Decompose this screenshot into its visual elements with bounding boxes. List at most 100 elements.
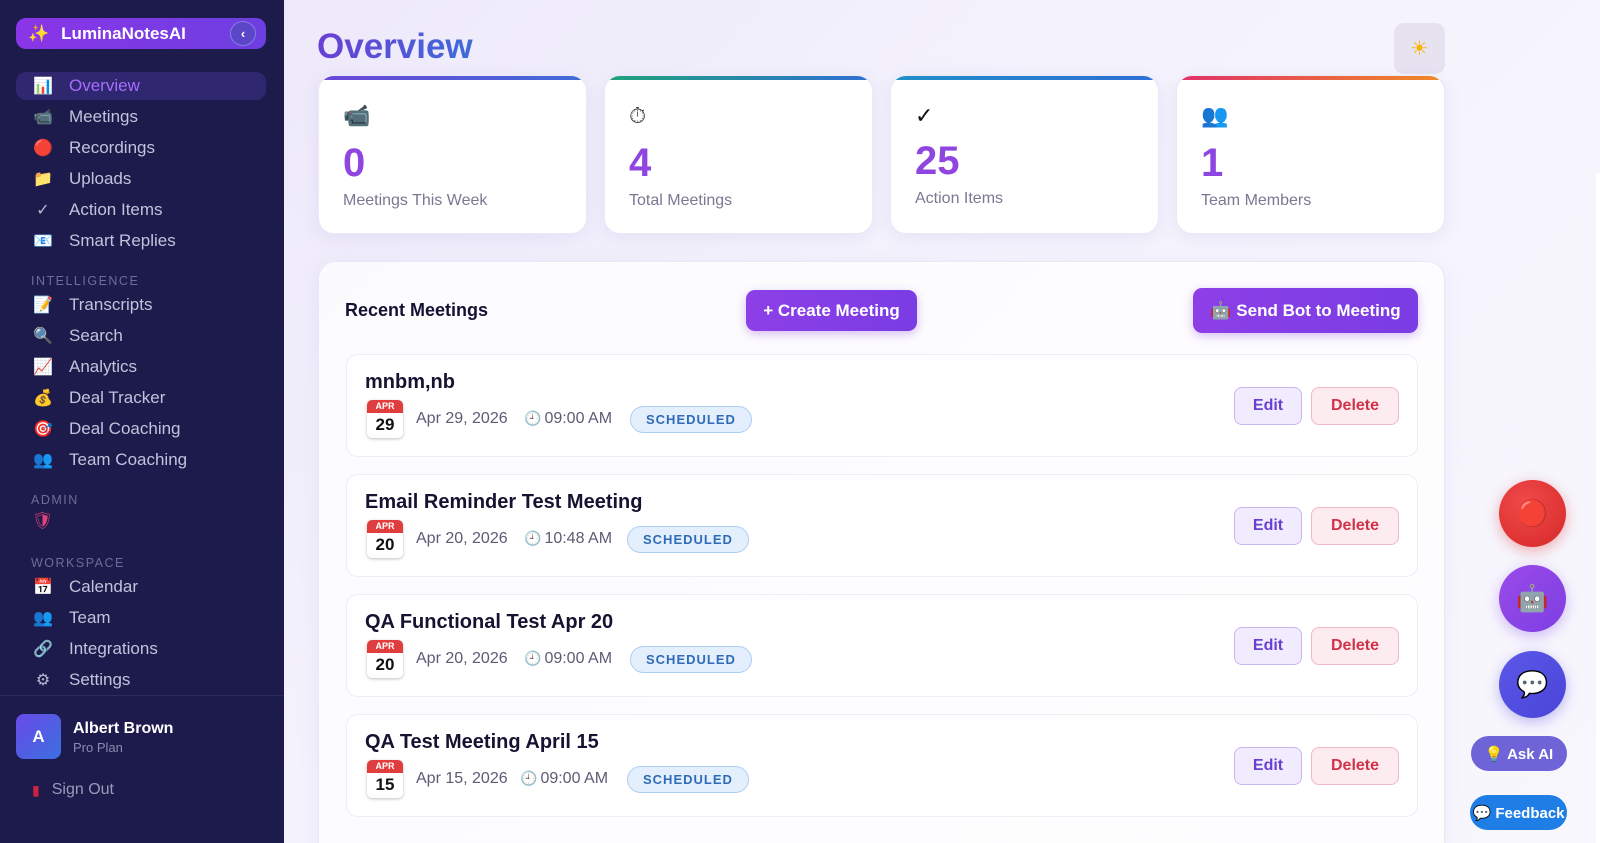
sidebar-item-team[interactable]: 👥 Team	[16, 604, 266, 632]
people-icon: 👥	[1201, 103, 1229, 128]
sidebar-item-label: Meetings	[69, 107, 138, 126]
meeting-date: Apr 20, 2026	[416, 530, 508, 547]
trending-chart-icon: 📈	[33, 359, 53, 376]
sidebar-item-calendar[interactable]: 📅 Calendar	[16, 573, 266, 601]
sidebar-item-action-items[interactable]: ✓ Action Items	[16, 196, 266, 224]
avatar[interactable]: A	[16, 714, 61, 759]
calendar-date-icon: APR 20	[367, 520, 403, 558]
delete-button[interactable]: Delete	[1311, 747, 1399, 785]
sun-icon: ☀	[1410, 38, 1429, 60]
send-bot-button[interactable]: 🤖 Send Bot to Meeting	[1193, 288, 1418, 333]
meeting-row[interactable]: Email Reminder Test Meeting APR 20 Apr 2…	[346, 474, 1418, 577]
magnifier-icon: 🔍	[33, 328, 53, 345]
meeting-time: 🕘 10:48 AM	[524, 530, 612, 548]
clock-icon: 🕘	[524, 650, 542, 666]
sidebar-item-deal-tracker[interactable]: 💰 Deal Tracker	[16, 384, 266, 412]
edit-button[interactable]: Edit	[1234, 387, 1302, 425]
sidebar-item-label: Smart Replies	[69, 231, 176, 250]
video-camera-icon: 📹	[343, 103, 371, 128]
gear-icon: ⚙	[35, 672, 51, 689]
memo-icon: 📝	[33, 297, 53, 314]
meeting-time: 🕘 09:00 AM	[524, 650, 612, 668]
card-accent-bar	[891, 76, 1158, 80]
calendar-date-icon: APR 29	[367, 400, 403, 438]
calendar-day: 29	[375, 415, 395, 434]
record-button[interactable]: 🔴	[1499, 480, 1566, 547]
sidebar-item-label: Settings	[69, 670, 131, 689]
calendar-date-icon: APR 15	[367, 760, 403, 798]
calendar-date-icon: APR 20	[367, 640, 403, 678]
status-badge: SCHEDULED	[627, 526, 749, 553]
page-title: Overview	[317, 27, 473, 66]
sidebar-item-uploads[interactable]: 📁 Uploads	[16, 165, 266, 193]
people-icon: 👥	[33, 610, 53, 627]
create-meeting-button[interactable]: + Create Meeting	[746, 290, 917, 331]
bot-button[interactable]: 🤖	[1499, 565, 1566, 632]
sidebar-item-smart-replies[interactable]: 📧 Smart Replies	[16, 227, 266, 255]
sidebar: ✨ LuminaNotesAI ‹ 📊 Overview 📹 Meetings …	[0, 0, 284, 843]
shield-icon[interactable]: 🛡	[32, 511, 54, 531]
delete-button[interactable]: Delete	[1311, 627, 1399, 665]
card-accent-bar	[605, 76, 872, 80]
stat-card-total-meetings: ⏱ 4 Total Meetings	[604, 75, 873, 234]
sidebar-item-integrations[interactable]: 🔗 Integrations	[16, 635, 266, 663]
meeting-row[interactable]: QA Test Meeting April 15 APR 15 Apr 15, …	[346, 714, 1418, 817]
brand-header[interactable]: ✨ LuminaNotesAI ‹	[16, 18, 266, 49]
chevron-left-icon[interactable]: ‹	[230, 21, 256, 46]
folder-icon: 📁	[33, 171, 53, 188]
calendar-month: APR	[367, 640, 403, 653]
theme-toggle-button[interactable]: ☀	[1394, 23, 1445, 74]
sidebar-item-label: Uploads	[69, 169, 132, 188]
sidebar-item-team-coaching[interactable]: 👥 Team Coaching	[16, 446, 266, 474]
meeting-time-text: 09:00 AM	[544, 410, 613, 427]
calendar-day: 20	[375, 535, 395, 554]
sidebar-item-label: Deal Coaching	[69, 419, 181, 438]
edit-button[interactable]: Edit	[1234, 747, 1302, 785]
calendar-day: 20	[375, 655, 395, 674]
sidebar-item-settings[interactable]: ⚙ Settings	[16, 666, 266, 694]
meeting-row[interactable]: mnbm,nb APR 29 Apr 29, 2026 🕘 09:00 AM SC…	[346, 354, 1418, 457]
sidebar-item-analytics[interactable]: 📈 Analytics	[16, 353, 266, 381]
sidebar-item-label: Transcripts	[69, 295, 153, 314]
meeting-time: 🕘 09:00 AM	[520, 770, 608, 788]
bar-chart-icon: 📊	[33, 78, 53, 95]
sidebar-item-label: Deal Tracker	[69, 388, 166, 407]
meeting-time-text: 09:00 AM	[544, 650, 613, 667]
sidebar-item-recordings[interactable]: 🔴 Recordings	[16, 134, 266, 162]
sidebar-item-label: Team Coaching	[69, 450, 188, 469]
delete-button[interactable]: Delete	[1311, 507, 1399, 545]
edit-button[interactable]: Edit	[1234, 627, 1302, 665]
sidebar-item-label: Overview	[69, 76, 140, 95]
email-icon: 📧	[33, 233, 53, 250]
sign-out-button[interactable]: ▮ Sign Out	[32, 781, 114, 799]
meeting-title: QA Test Meeting April 15	[365, 731, 599, 753]
sidebar-item-label: Integrations	[69, 639, 158, 658]
sidebar-item-label: Analytics	[69, 357, 138, 376]
stat-value: 0	[343, 141, 366, 185]
meeting-date: Apr 20, 2026	[416, 650, 508, 667]
meeting-date: Apr 29, 2026	[416, 410, 508, 427]
checkmark-icon: ✓	[915, 103, 934, 128]
sidebar-item-transcripts[interactable]: 📝 Transcripts	[16, 291, 266, 319]
sidebar-item-overview[interactable]: 📊 Overview	[16, 72, 266, 100]
meeting-title: QA Functional Test Apr 20	[365, 611, 614, 633]
stopwatch-icon: ⏱	[629, 103, 647, 128]
feedback-button[interactable]: 💬 Feedback	[1470, 795, 1567, 830]
stat-card-team-members: 👥 1 Team Members	[1176, 75, 1445, 234]
checkmark-icon: ✓	[36, 202, 50, 219]
stat-label: Team Members	[1201, 192, 1312, 209]
scrollbar[interactable]	[1596, 173, 1600, 843]
calendar-icon: 📅	[33, 579, 53, 596]
meeting-row[interactable]: QA Functional Test Apr 20 APR 20 Apr 20,…	[346, 594, 1418, 697]
user-name: Albert Brown	[73, 720, 174, 737]
sidebar-item-search[interactable]: 🔍 Search	[16, 322, 266, 350]
sidebar-item-meetings[interactable]: 📹 Meetings	[16, 103, 266, 131]
sidebar-item-deal-coaching[interactable]: 🎯 Deal Coaching	[16, 415, 266, 443]
delete-button[interactable]: Delete	[1311, 387, 1399, 425]
ask-ai-button[interactable]: 💡 Ask AI	[1471, 736, 1567, 771]
sidebar-divider	[0, 695, 284, 696]
chat-button[interactable]: 💬	[1499, 651, 1566, 718]
edit-button[interactable]: Edit	[1234, 507, 1302, 545]
calendar-day: 15	[375, 775, 395, 794]
money-bag-icon: 💰	[33, 390, 53, 407]
